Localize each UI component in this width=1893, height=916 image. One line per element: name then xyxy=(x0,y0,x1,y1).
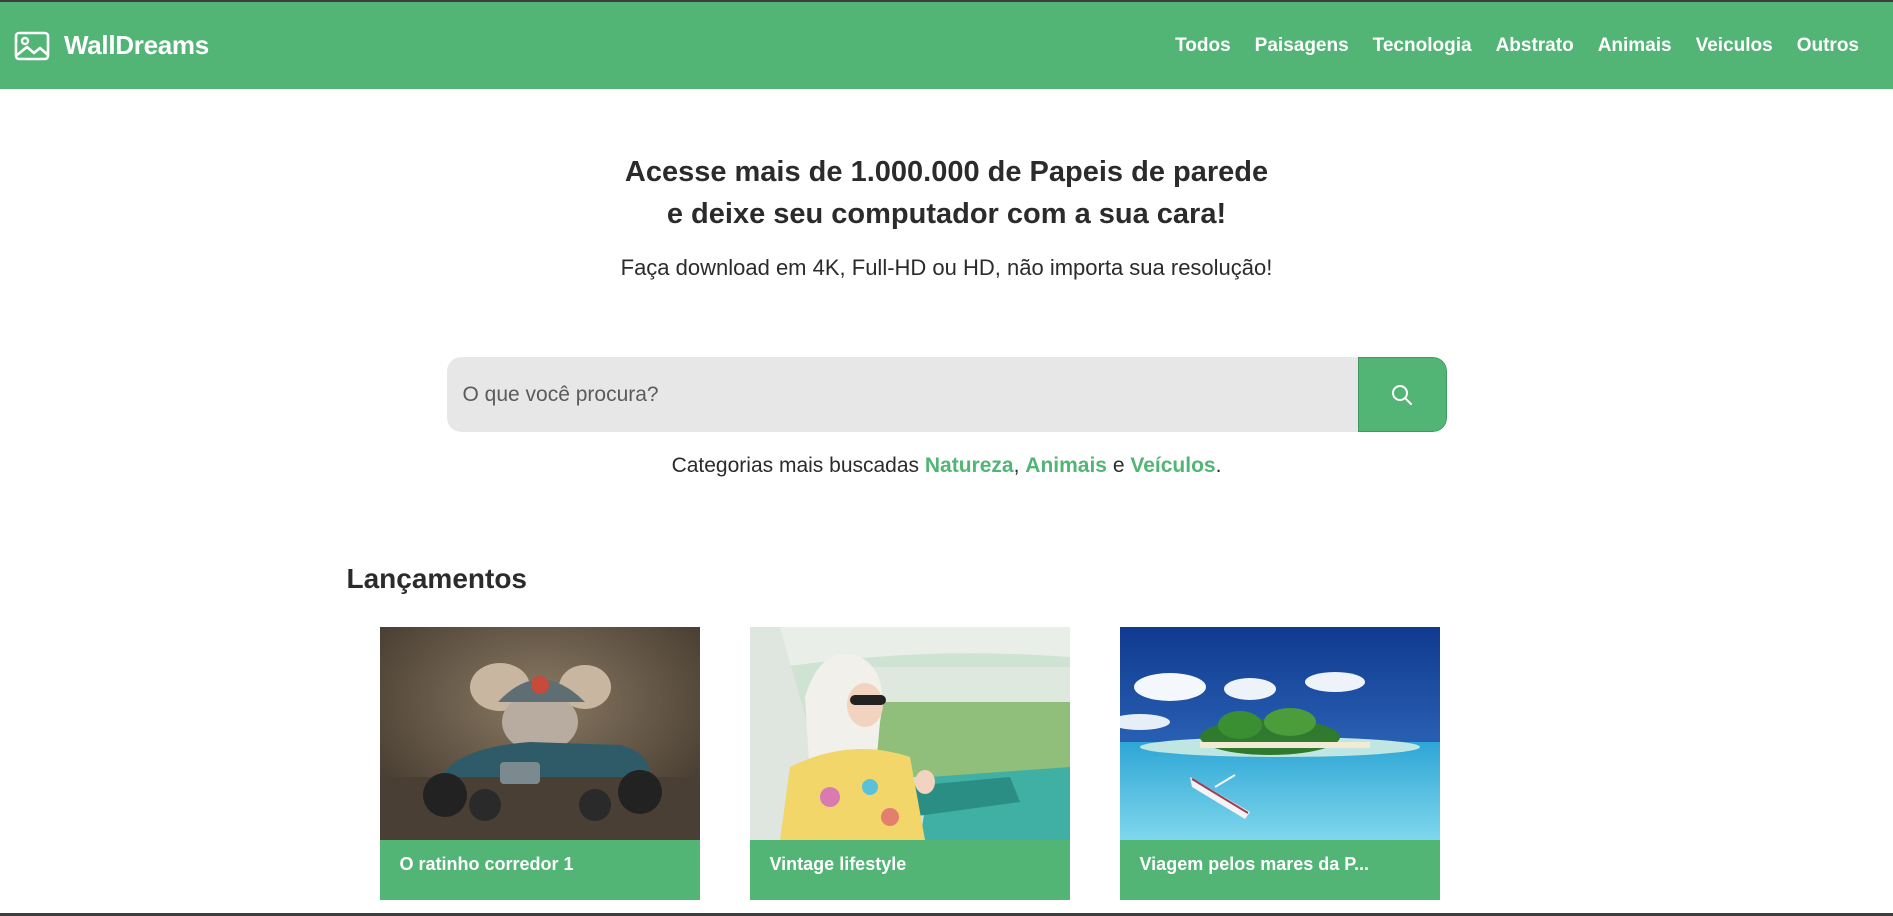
nav-paisagens[interactable]: Paisagens xyxy=(1255,35,1349,57)
nav-outros[interactable]: Outros xyxy=(1797,35,1859,57)
releases-title: Lançamentos xyxy=(346,563,528,594)
category-link-veiculos[interactable]: Veículos xyxy=(1130,454,1215,477)
popular-prefix: Categorias mais buscadas xyxy=(671,454,920,477)
image-icon xyxy=(14,31,50,60)
popular-categories: Categorias mais buscadas Natureza, Anima… xyxy=(0,454,1893,478)
releases-section: Lançamentos O ratinho corredor 1 Vintage… xyxy=(347,563,1467,900)
top-navbar: WallDreams Todos Paisagens Tecnologia Ab… xyxy=(0,2,1893,89)
brand[interactable]: WallDreams xyxy=(14,30,209,61)
search-icon xyxy=(1392,384,1412,405)
nav-abstrato[interactable]: Abstrato xyxy=(1496,35,1574,57)
hero-title-line2: e deixe seu computador com a sua cara! xyxy=(666,198,1227,230)
search-input[interactable] xyxy=(446,357,1358,432)
wallpaper-thumbnail-tropical-island xyxy=(1119,627,1440,840)
brand-name: WallDreams xyxy=(64,30,209,60)
popular-sep2: e xyxy=(1112,454,1125,477)
card-caption: Vintage lifestyle xyxy=(749,840,1070,900)
wallpaper-card[interactable]: O ratinho corredor 1 xyxy=(379,627,700,900)
hero: Acesse mais de 1.000.000 de Papeis de pa… xyxy=(0,151,1893,281)
wallpaper-thumbnail-mouse-car xyxy=(379,627,700,840)
wallpaper-thumbnail-vintage-car xyxy=(749,627,1070,840)
search-bar xyxy=(446,357,1447,432)
wallpaper-card[interactable]: Vintage lifestyle xyxy=(749,627,1070,900)
main-nav: Todos Paisagens Tecnologia Abstrato Anim… xyxy=(1175,35,1859,57)
nav-tecnologia[interactable]: Tecnologia xyxy=(1373,35,1472,57)
hero-subtitle: Faça download em 4K, Full-HD ou HD, não … xyxy=(620,255,1273,280)
releases-grid: O ratinho corredor 1 Vintage lifestyle V… xyxy=(347,627,1467,900)
card-caption: O ratinho corredor 1 xyxy=(379,840,700,900)
nav-todos[interactable]: Todos xyxy=(1175,35,1231,57)
category-link-natureza[interactable]: Natureza xyxy=(925,454,1014,477)
nav-veiculos[interactable]: Veiculos xyxy=(1696,35,1773,57)
hero-title: Acesse mais de 1.000.000 de Papeis de pa… xyxy=(0,151,1893,235)
hero-title-line1: Acesse mais de 1.000.000 de Papeis de pa… xyxy=(624,156,1269,188)
nav-animais[interactable]: Animais xyxy=(1598,35,1672,57)
category-link-animais[interactable]: Animais xyxy=(1025,454,1107,477)
popular-end: . xyxy=(1215,454,1222,477)
card-caption: Viagem pelos mares da P... xyxy=(1119,840,1440,900)
wallpaper-card[interactable]: Viagem pelos mares da P... xyxy=(1119,627,1440,900)
popular-sep1: , xyxy=(1013,454,1020,477)
search-button[interactable] xyxy=(1357,357,1447,432)
